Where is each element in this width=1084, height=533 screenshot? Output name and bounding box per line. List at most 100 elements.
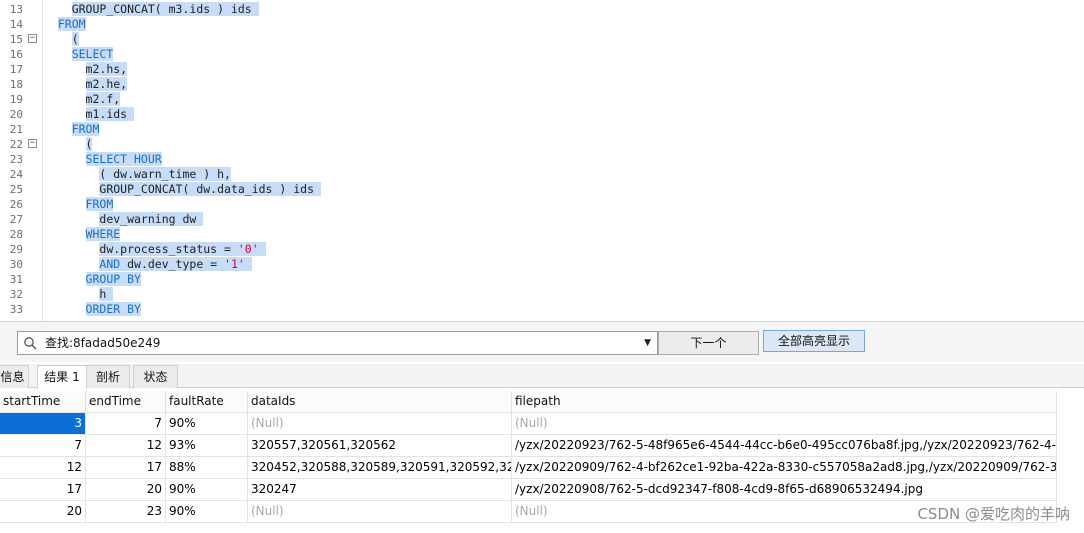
code-line[interactable]: 27 dev_warning dw <box>0 212 1084 227</box>
filepath-cell[interactable]: (Null) <box>512 413 1057 435</box>
code-text: ( <box>44 137 93 152</box>
starttime-cell[interactable]: 20 <box>0 501 86 523</box>
code-line[interactable]: 17 m2.hs, <box>0 62 1084 77</box>
faultrate-cell[interactable]: 90% <box>166 501 248 523</box>
fold-toggle-icon[interactable]: − <box>28 34 37 43</box>
sql-keyword: GROUP BY <box>85 272 141 286</box>
code-line[interactable]: 25 GROUP_CONCAT( dw.data_ids ) ids <box>0 182 1084 197</box>
sql-identifier: dw.dev_type = <box>120 257 225 271</box>
code-text: m1.ids <box>44 107 135 122</box>
endtime-cell[interactable]: 12 <box>86 435 166 457</box>
line-number: 29 <box>9 243 23 256</box>
sql-keyword: AND <box>99 257 121 271</box>
highlight-all-button[interactable]: 全部高亮显示 <box>763 330 865 352</box>
line-number: 26 <box>9 198 23 211</box>
faultrate-cell[interactable]: 90% <box>166 479 248 501</box>
endtime-cell[interactable]: 20 <box>86 479 166 501</box>
faultrate-cell[interactable]: 90% <box>166 413 248 435</box>
code-text: AND dw.dev_type = '1' <box>44 257 252 272</box>
result-tabs: 信息 结果 1 剖析 状态 <box>0 364 1084 389</box>
code-line[interactable]: 26 FROM <box>0 197 1084 212</box>
filepath-cell[interactable]: /yzx/20220923/762-5-48f965e6-4544-44cc-b… <box>512 435 1057 457</box>
code-line[interactable]: 19 m2.f, <box>0 92 1084 107</box>
find-next-button[interactable]: 下一个 <box>658 331 759 355</box>
code-line[interactable]: 20 m1.ids <box>0 107 1084 122</box>
code-line[interactable]: 32 h <box>0 287 1084 302</box>
endtime-cell[interactable]: 23 <box>86 501 166 523</box>
starttime-cell[interactable]: 3 <box>0 413 86 435</box>
column-header-starttime[interactable]: startTime <box>0 391 86 413</box>
faultrate-cell[interactable]: 93% <box>166 435 248 457</box>
sql-keyword: SELECT <box>71 47 114 61</box>
code-text: m2.hs, <box>44 62 128 77</box>
code-line[interactable]: 15− ( <box>0 32 1084 47</box>
tab-result-1[interactable]: 结果 1 <box>37 365 87 389</box>
code-line[interactable]: 28 WHERE <box>0 227 1084 242</box>
dataids-cell[interactable]: (Null) <box>248 413 512 435</box>
filepath-cell[interactable]: /yzx/20220909/762-4-bf262ce1-92ba-422a-8… <box>512 457 1057 479</box>
dataids-cell[interactable]: 320452,320588,320589,320591,320592,32059 <box>248 457 512 479</box>
search-icon <box>24 337 37 350</box>
code-line[interactable]: 30 AND dw.dev_type = '1' <box>0 257 1084 272</box>
code-line[interactable]: 21 FROM <box>0 122 1084 137</box>
sql-identifier: ( dw.warn_time ) h, <box>99 167 231 181</box>
faultrate-cell[interactable]: 88% <box>166 457 248 479</box>
code-text: GROUP BY <box>44 272 141 287</box>
code-text: SELECT <box>44 47 114 62</box>
code-line[interactable]: 24 ( dw.warn_time ) h, <box>0 167 1084 182</box>
endtime-cell[interactable]: 7 <box>86 413 166 435</box>
code-line[interactable]: 33 ORDER BY <box>0 302 1084 317</box>
column-header-endtime[interactable]: endTime <box>86 391 166 413</box>
find-label: 查找: <box>45 336 74 350</box>
line-number: 28 <box>9 228 23 241</box>
result-grid: startTime endTime faultRate dataIds file… <box>0 391 1084 533</box>
code-line[interactable]: 23 SELECT HOUR <box>0 152 1084 167</box>
line-number: 21 <box>9 123 23 136</box>
sql-keyword: FROM <box>57 17 86 31</box>
endtime-cell[interactable]: 17 <box>86 457 166 479</box>
sql-keyword: FROM <box>85 197 114 211</box>
code-text: h <box>44 287 114 302</box>
code-text: ( dw.warn_time ) h, <box>44 167 231 182</box>
tab-status[interactable]: 状态 <box>133 365 178 388</box>
code-line[interactable]: 14 FROM <box>0 17 1084 32</box>
starttime-cell[interactable]: 7 <box>0 435 86 457</box>
fold-toggle-icon[interactable]: − <box>28 139 37 148</box>
code-text: ( <box>44 32 79 47</box>
tab-info[interactable]: 信息 <box>0 365 29 388</box>
dataids-cell[interactable]: 320557,320561,320562 <box>248 435 512 457</box>
sql-editor[interactable]: 13 GROUP_CONCAT( m3.ids ) ids 14 FROM 15−… <box>0 0 1084 322</box>
code-line[interactable]: 29 dw.process_status = '0' <box>0 242 1084 257</box>
dataids-cell[interactable]: 320247 <box>248 479 512 501</box>
starttime-cell[interactable]: 17 <box>0 479 86 501</box>
dataids-cell[interactable]: (Null) <box>248 501 512 523</box>
code-line[interactable]: 18 m2.he, <box>0 77 1084 92</box>
line-number: 25 <box>9 183 23 196</box>
sql-identifier: h <box>99 287 114 301</box>
column-header-faultrate[interactable]: faultRate <box>166 391 248 413</box>
find-input[interactable]: 查找:8fadad50e249 ▼ <box>17 331 658 355</box>
code-line[interactable]: 16 SELECT <box>0 47 1084 62</box>
line-number: 17 <box>9 63 23 76</box>
sql-string: '0' <box>237 242 259 256</box>
line-number: 24 <box>9 168 23 181</box>
code-line[interactable]: 22− ( <box>0 137 1084 152</box>
code-line[interactable]: 31 GROUP BY <box>0 272 1084 287</box>
dropdown-arrow-icon[interactable]: ▼ <box>644 332 651 354</box>
code-line[interactable]: 13 GROUP_CONCAT( m3.ids ) ids <box>0 2 1084 17</box>
starttime-cell[interactable]: 12 <box>0 457 86 479</box>
sql-identifier: GROUP_CONCAT( m3.ids ) ids <box>71 2 259 16</box>
code-text: dw.process_status = '0' <box>44 242 266 257</box>
tab-profile[interactable]: 剖析 <box>86 365 130 388</box>
column-header-filepath[interactable]: filepath <box>512 391 1057 413</box>
sql-identifier <box>244 257 252 271</box>
filepath-cell[interactable]: /yzx/20220908/762-5-dcd92347-f808-4cd9-8… <box>512 479 1057 501</box>
watermark: CSDN @爱吃肉的羊呐 <box>917 505 1070 523</box>
column-header-dataids[interactable]: dataIds <box>248 391 512 413</box>
